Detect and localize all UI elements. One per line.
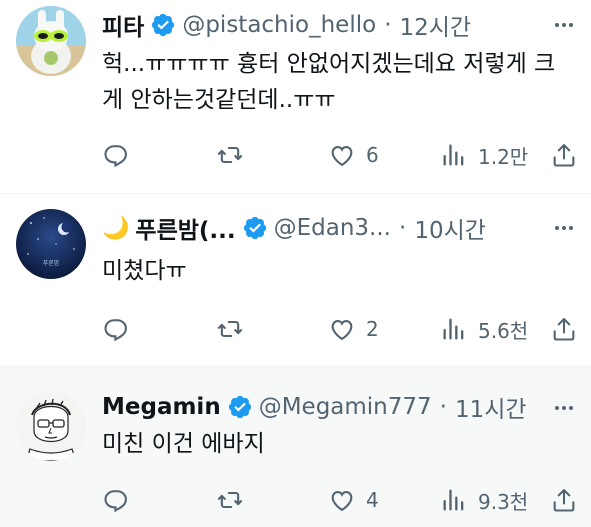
separator-dot: · xyxy=(399,215,407,241)
views-icon xyxy=(443,318,464,340)
views-button[interactable]: 5.6천 xyxy=(440,315,528,344)
avatar[interactable] xyxy=(16,6,86,76)
action-bar: 6 1.2만 xyxy=(102,137,577,173)
display-name[interactable]: 푸른밤(... xyxy=(135,211,235,245)
avatar-caption: 푸른밤 xyxy=(43,259,60,267)
timestamp[interactable]: 10시간 xyxy=(414,211,486,245)
view-count: 1.2만 xyxy=(478,144,529,169)
like-button[interactable]: 6 xyxy=(328,141,379,169)
share-icon xyxy=(553,318,575,341)
more-icon[interactable] xyxy=(551,12,577,38)
handle[interactable]: @Edan3... xyxy=(274,215,391,241)
views-button[interactable]: 1.2만 xyxy=(440,141,528,170)
avatar[interactable]: 푸른밤 xyxy=(16,209,86,279)
separator-dot: · xyxy=(384,12,392,38)
like-icon xyxy=(331,146,353,167)
reply-button[interactable] xyxy=(102,141,130,169)
retweet-icon xyxy=(217,320,243,338)
reply-icon xyxy=(104,319,127,342)
retweet-button[interactable] xyxy=(216,141,244,169)
tweet[interactable]: 피타 @pistachio_hello · 12시간 헉...ㅠㅠㅠㅠ 흉터 안… xyxy=(0,0,591,194)
action-bar: 4 9.3천 xyxy=(102,482,577,518)
like-button[interactable]: 4 xyxy=(328,486,379,514)
more-icon[interactable] xyxy=(551,215,577,241)
views-icon xyxy=(443,144,464,166)
reply-icon xyxy=(104,145,127,168)
share-button[interactable] xyxy=(550,486,578,514)
avatar[interactable] xyxy=(16,391,86,461)
share-icon xyxy=(553,489,575,512)
tweet-text: 미쳤다ㅠ xyxy=(102,258,187,284)
share-icon xyxy=(553,144,575,167)
share-button[interactable] xyxy=(550,315,578,343)
verified-badge-icon xyxy=(150,12,176,38)
retweet-icon xyxy=(217,146,243,164)
action-bar: 2 5.6천 xyxy=(102,311,577,347)
tweet-text: 미친 이건 에바지 xyxy=(102,431,265,457)
tweet-text: 헉...ㅠㅠㅠㅠ 흉터 안없어지겠는데요 저렇게 크게 안하는것같던데..ㅠㅠ xyxy=(102,51,556,113)
reply-button[interactable] xyxy=(102,315,130,343)
timestamp[interactable]: 12시간 xyxy=(400,8,472,42)
separator-dot: · xyxy=(439,394,447,420)
handle[interactable]: @Megamin777 xyxy=(259,394,432,420)
like-icon xyxy=(331,491,353,512)
view-count: 5.6천 xyxy=(478,318,529,343)
views-button[interactable]: 9.3천 xyxy=(440,486,528,515)
display-name[interactable]: Megamin xyxy=(102,394,221,420)
tweet-header: 🌙 푸른밤(... @Edan3... · 10시간 xyxy=(102,211,531,245)
retweet-button[interactable] xyxy=(216,315,244,343)
handle[interactable]: @pistachio_hello xyxy=(182,12,376,38)
retweet-icon xyxy=(217,491,243,509)
verified-badge-icon xyxy=(227,394,253,420)
share-button[interactable] xyxy=(550,141,578,169)
reply-icon xyxy=(104,490,127,513)
retweet-button[interactable] xyxy=(216,486,244,514)
tweet[interactable]: 푸른밤 🌙 푸른밤(... @Edan3... · 10시간 미쳤다ㅠ 2 5.… xyxy=(0,194,591,366)
tweet[interactable]: Megamin @Megamin777 · 11시간 미친 이건 에바지 4 9… xyxy=(0,366,591,527)
verified-badge-icon xyxy=(242,215,268,241)
like-count: 2 xyxy=(366,317,379,341)
timestamp[interactable]: 11시간 xyxy=(455,390,527,424)
view-count: 9.3천 xyxy=(478,489,529,514)
tweet-header: Megamin @Megamin777 · 11시간 xyxy=(102,390,531,424)
moon-emoji: 🌙 xyxy=(102,215,130,241)
like-icon xyxy=(331,320,353,341)
display-name[interactable]: 피타 xyxy=(102,8,144,42)
tweet-header: 피타 @pistachio_hello · 12시간 xyxy=(102,8,531,42)
like-count: 6 xyxy=(366,143,379,167)
views-icon xyxy=(443,489,464,511)
reply-button[interactable] xyxy=(102,486,130,514)
like-button[interactable]: 2 xyxy=(328,315,379,343)
more-icon[interactable] xyxy=(551,395,577,421)
like-count: 4 xyxy=(366,488,379,512)
